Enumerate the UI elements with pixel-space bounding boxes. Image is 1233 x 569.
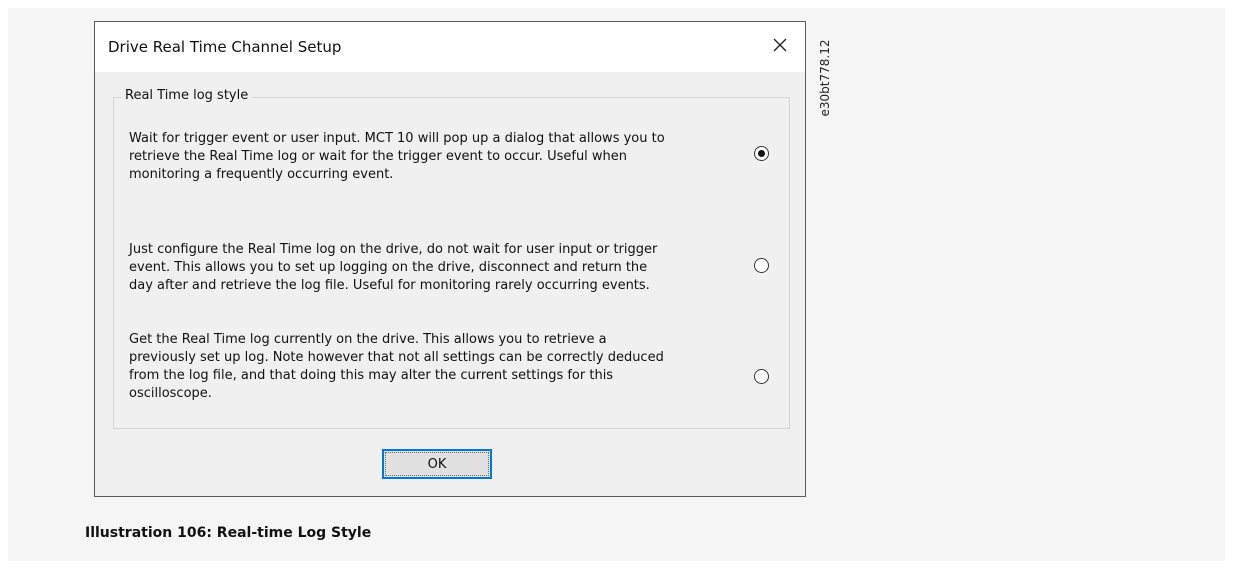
ok-button[interactable]: OK [382,449,492,479]
groupbox-legend: Real Time log style [121,88,253,103]
figure-caption: Illustration 106: Real-time Log Style [85,525,372,541]
radio-selected-dot [758,150,765,157]
option-get-current-log: Get the Real Time log currently on the d… [129,331,749,403]
option-line: day after and retrieve the log file. Use… [129,278,650,293]
figure-panel: Drive Real Time Channel Setup Real Time … [8,8,1225,561]
option-line: monitoring a frequently occurring event. [129,167,394,182]
option-wait-for-trigger: Wait for trigger event or user input. MC… [129,130,749,184]
real-time-channel-setup-dialog: Drive Real Time Channel Setup Real Time … [94,21,806,497]
option-line: from the log file, and that doing this m… [129,368,614,383]
figure-code-text: e30bt778.12 [818,39,832,117]
option-line: event. This allows you to set up logging… [129,260,648,275]
dialog-title: Drive Real Time Channel Setup [108,38,342,56]
option-text: Just configure the Real Time log on the … [129,241,749,295]
ok-button-label: OK [427,456,447,472]
option-text: Get the Real Time log currently on the d… [129,331,749,403]
option-line: Get the Real Time log currently on the d… [129,332,607,347]
radio-wait-for-trigger[interactable] [754,146,769,161]
option-line: Wait for trigger event or user input. MC… [129,131,665,146]
option-text: Wait for trigger event or user input. MC… [129,130,749,184]
close-icon [773,38,787,52]
dialog-titlebar: Drive Real Time Channel Setup [95,22,805,72]
option-line: Just configure the Real Time log on the … [129,242,658,257]
radio-configure-only[interactable] [754,258,769,273]
figure-code: e30bt778.12 [817,24,833,134]
option-line: oscilloscope. [129,386,212,401]
option-line: previously set up log. Note however that… [129,350,664,365]
close-button[interactable] [755,22,805,68]
option-line: retrieve the Real Time log or wait for t… [129,149,628,164]
radio-get-current-log[interactable] [754,369,769,384]
option-configure-only: Just configure the Real Time log on the … [129,241,749,295]
